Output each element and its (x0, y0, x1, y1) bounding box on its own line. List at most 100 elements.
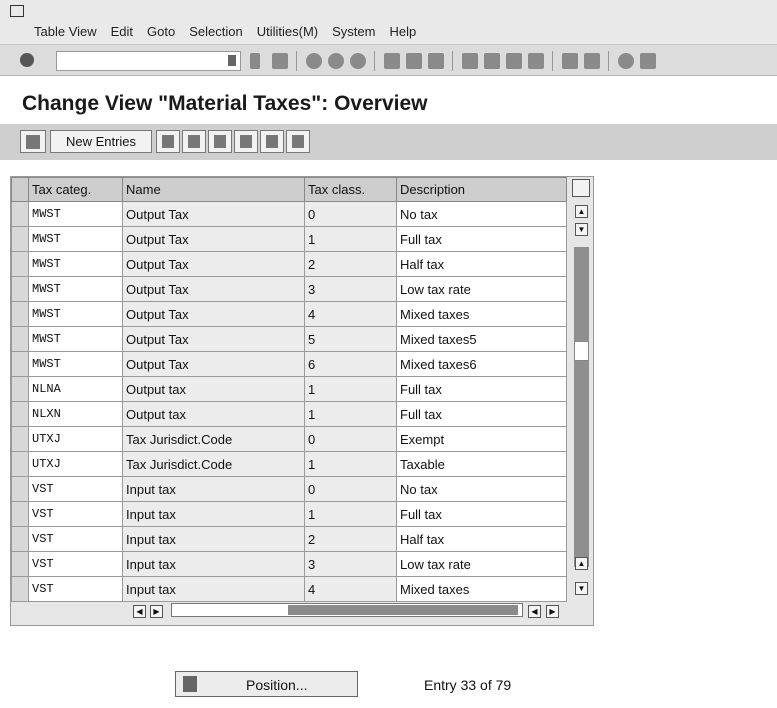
row-selector[interactable] (11, 201, 29, 227)
tax-category-cell: MWST (28, 301, 123, 327)
horizontal-scrollbar[interactable] (171, 603, 523, 617)
page-down-icon[interactable]: ▲ (575, 557, 588, 570)
description-cell[interactable]: Taxable (396, 451, 567, 477)
description-cell[interactable]: Low tax rate (396, 276, 567, 302)
row-selector[interactable] (11, 526, 29, 552)
command-field[interactable] (56, 51, 241, 71)
scroll-right-icon[interactable]: ▶ (150, 605, 163, 618)
select-block-button[interactable] (260, 130, 284, 153)
row-selector[interactable] (11, 551, 29, 577)
tax-category-cell: MWST (28, 351, 123, 377)
change-display-button[interactable] (20, 130, 46, 153)
description-cell[interactable]: Full tax (396, 401, 567, 427)
scroll-down-icon[interactable]: ▼ (575, 582, 588, 595)
back-icon[interactable] (306, 53, 322, 69)
cancel-icon[interactable] (350, 53, 366, 69)
menu-system[interactable]: System (332, 24, 375, 39)
tax-class-cell: 1 (304, 451, 397, 477)
first-page-icon[interactable] (462, 53, 478, 69)
scroll-right-icon[interactable]: ▶ (546, 605, 559, 618)
description-cell[interactable]: Half tax (396, 526, 567, 552)
description-cell[interactable]: Half tax (396, 251, 567, 277)
description-cell[interactable]: Mixed taxes (396, 576, 567, 602)
horizontal-scroll-thumb[interactable] (288, 605, 518, 615)
name-cell: Tax Jurisdict.Code (122, 451, 305, 477)
page-up-icon[interactable]: ▼ (575, 223, 588, 236)
row-selector[interactable] (11, 476, 29, 502)
menu-help[interactable]: Help (389, 24, 416, 39)
row-selector[interactable] (11, 451, 29, 477)
select-all-column-header[interactable] (11, 177, 29, 202)
row-selector[interactable] (11, 251, 29, 277)
exit-icon[interactable] (328, 53, 344, 69)
scroll-left-icon[interactable]: ◀ (133, 605, 146, 618)
description-cell[interactable]: No tax (396, 476, 567, 502)
row-selector[interactable] (11, 576, 29, 602)
tax-category-cell: VST (28, 526, 123, 552)
position-button[interactable]: Position... (175, 671, 358, 697)
vertical-scroll-thumb[interactable] (574, 341, 589, 361)
new-session-icon[interactable] (562, 53, 578, 69)
deselect-all-button[interactable] (286, 130, 310, 153)
tax-category-cell: VST (28, 551, 123, 577)
tax-class-cell: 1 (304, 376, 397, 402)
menu-goto[interactable]: Goto (147, 24, 175, 39)
description-cell[interactable]: Mixed taxes5 (396, 326, 567, 352)
menu-selection[interactable]: Selection (189, 24, 242, 39)
next-page-icon[interactable] (506, 53, 522, 69)
description-cell[interactable]: Full tax (396, 501, 567, 527)
help-icon[interactable] (618, 53, 634, 69)
column-description[interactable]: Description (396, 177, 567, 202)
tax-category-cell: MWST (28, 326, 123, 352)
row-selector[interactable] (11, 301, 29, 327)
row-selector[interactable] (11, 401, 29, 427)
name-cell: Output Tax (122, 301, 305, 327)
collapse-icon[interactable] (250, 53, 260, 69)
row-selector[interactable] (11, 226, 29, 252)
description-cell[interactable]: No tax (396, 201, 567, 227)
description-cell[interactable]: Low tax rate (396, 551, 567, 577)
vertical-scroll-track[interactable] (574, 247, 589, 567)
description-cell[interactable]: Full tax (396, 226, 567, 252)
menu-table-view[interactable]: Table View (34, 24, 97, 39)
name-cell: Output Tax (122, 351, 305, 377)
column-name[interactable]: Name (122, 177, 305, 202)
row-selector[interactable] (11, 351, 29, 377)
menu-utilities[interactable]: Utilities(M) (257, 24, 318, 39)
copy-as-button[interactable] (156, 130, 180, 153)
layout-menu-icon[interactable] (640, 53, 656, 69)
tax-class-cell: 3 (304, 551, 397, 577)
undo-change-button[interactable] (208, 130, 232, 153)
description-cell[interactable]: Mixed taxes6 (396, 351, 567, 377)
vertical-scrollbar[interactable]: ▲ ▼ ▲ ▼ (571, 201, 591, 601)
new-entries-button[interactable]: New Entries (50, 130, 152, 153)
description-cell[interactable]: Exempt (396, 426, 567, 452)
select-all-button[interactable] (234, 130, 258, 153)
column-tax-class[interactable]: Tax class. (304, 177, 397, 202)
row-selector[interactable] (11, 326, 29, 352)
row-selector[interactable] (11, 276, 29, 302)
print-icon[interactable] (384, 53, 400, 69)
find-icon[interactable] (406, 53, 422, 69)
row-selector[interactable] (11, 501, 29, 527)
find-next-icon[interactable] (428, 53, 444, 69)
menu-bar: Table View Edit Goto Selection Utilities… (0, 0, 777, 44)
description-cell[interactable]: Mixed taxes (396, 301, 567, 327)
delete-button[interactable] (182, 130, 206, 153)
column-tax-category[interactable]: Tax categ. (28, 177, 123, 202)
shortcut-icon[interactable] (584, 53, 600, 69)
menu-edit[interactable]: Edit (111, 24, 133, 39)
command-history-icon[interactable] (228, 55, 236, 66)
row-selector[interactable] (11, 426, 29, 452)
system-menu-icon[interactable] (10, 5, 24, 17)
row-selector[interactable] (11, 376, 29, 402)
scroll-left-icon[interactable]: ◀ (528, 605, 541, 618)
last-page-icon[interactable] (528, 53, 544, 69)
description-cell[interactable]: Full tax (396, 376, 567, 402)
scroll-up-icon[interactable]: ▲ (575, 205, 588, 218)
table-settings-icon[interactable] (572, 179, 590, 197)
previous-page-icon[interactable] (484, 53, 500, 69)
save-icon[interactable] (272, 53, 288, 69)
name-cell: Input tax (122, 576, 305, 602)
enter-icon[interactable] (20, 53, 34, 67)
